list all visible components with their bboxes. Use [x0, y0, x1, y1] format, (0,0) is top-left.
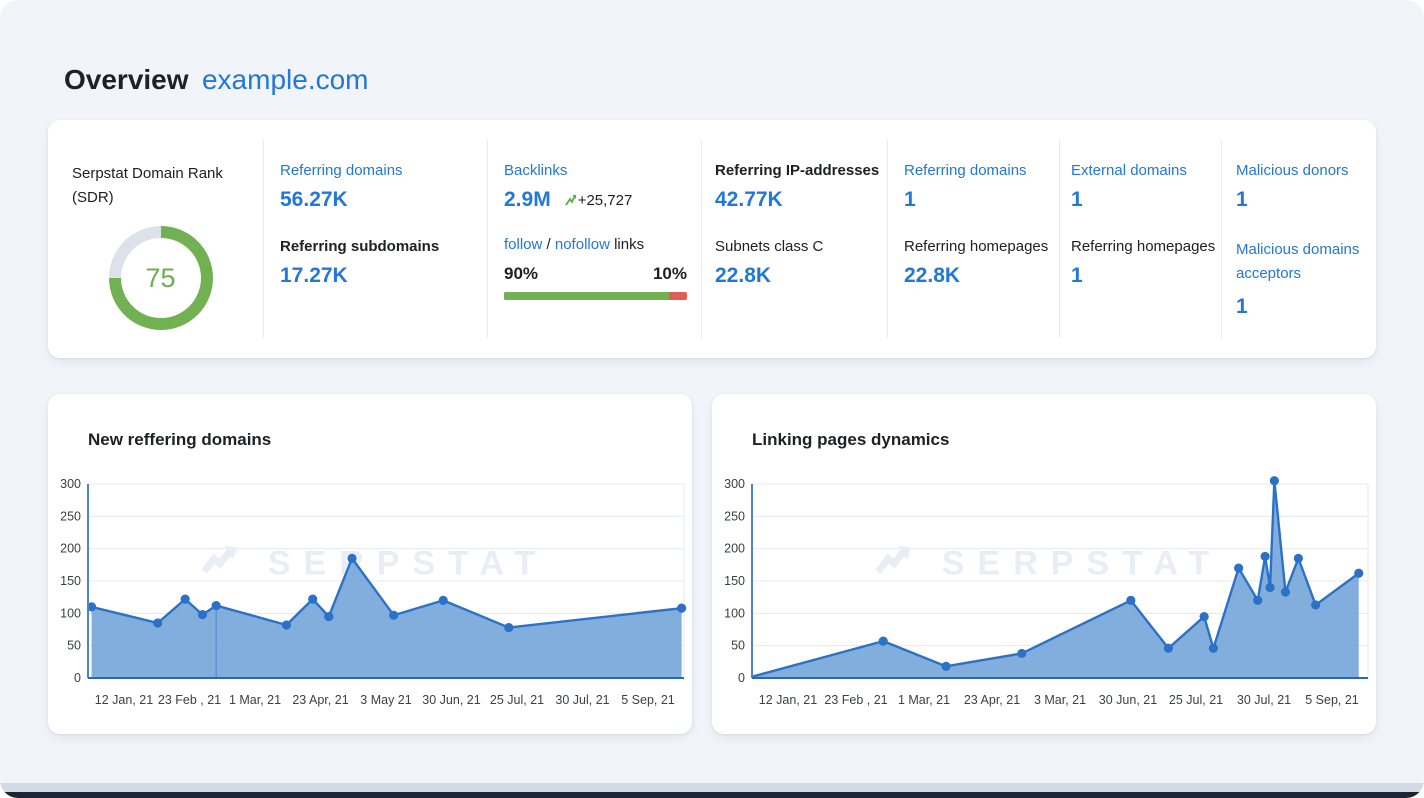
linking-pages-dynamics-chart[interactable]: 0 50 100 150 200 250 300 SERPSTAT 12 Jan, 21 23 F… [720, 472, 1376, 734]
external-domains-value[interactable]: 1 [1071, 188, 1207, 212]
linking-pages-dynamics-title: Linking pages dynamics [752, 430, 1376, 450]
referring-domains-value[interactable]: 56.27K [280, 188, 473, 212]
backlinks-column: Backlinks 2.9M +25,727 follow / nofollow… [488, 140, 702, 338]
referring-subdomains-value[interactable]: 17.27K [280, 264, 473, 288]
backlinks-delta: +25,727 [564, 192, 633, 209]
malicious-acceptors-value[interactable]: 1 [1236, 295, 1362, 319]
follow-percent: 90% [504, 264, 538, 284]
svg-text:SERPSTAT: SERPSTAT [942, 545, 1222, 583]
referring-homepages-label: Referring homepages [904, 238, 1045, 255]
svg-text:30 Jun, 21: 30 Jun, 21 [422, 693, 480, 707]
referring-ip-value[interactable]: 42.77K [715, 188, 873, 212]
backlinks-delta-value: +25,727 [578, 192, 633, 209]
referring-ip-label: Referring IP-addresses [715, 162, 873, 179]
referring-homepages2-label: Referring homepages [1071, 238, 1207, 255]
referring-homepages-value[interactable]: 22.8K [904, 264, 1045, 288]
svg-text:50: 50 [731, 639, 745, 653]
subnets-value[interactable]: 22.8K [715, 264, 873, 288]
svg-text:25 Jul, 21: 25 Jul, 21 [490, 693, 544, 707]
bottom-scroll-track [0, 783, 1424, 792]
external-domains-column: External domains 1 Referring homepages 1 [1060, 140, 1222, 338]
referring-domains2-link[interactable]: Referring domains [904, 162, 1045, 179]
svg-text:1 Mar, 21: 1 Mar, 21 [229, 693, 281, 707]
page-title-overview: Overview [64, 64, 189, 95]
svg-text:50: 50 [67, 639, 81, 653]
follow-separator: / [547, 236, 551, 253]
svg-text:250: 250 [724, 509, 745, 523]
svg-text:100: 100 [724, 606, 745, 620]
follow-link[interactable]: follow [504, 236, 542, 253]
svg-text:250: 250 [60, 509, 81, 523]
svg-text:SERPSTAT: SERPSTAT [268, 545, 548, 583]
follow-nofollow-bar [504, 292, 687, 300]
referring-homepages2-value[interactable]: 1 [1071, 264, 1207, 288]
nofollow-percent: 10% [653, 264, 687, 284]
follow-bar-fill [504, 292, 669, 300]
malicious-donors-link[interactable]: Malicious donors [1236, 162, 1362, 179]
svg-text:150: 150 [60, 574, 81, 588]
malicious-column: Malicious donors 1 Malicious domains acc… [1222, 140, 1376, 338]
svg-text:3 May 21: 3 May 21 [360, 693, 411, 707]
sdr-donut-chart: 75 [109, 226, 213, 330]
svg-text:23 Apr, 21: 23 Apr, 21 [964, 693, 1020, 707]
svg-text:23 Feb , 21: 23 Feb , 21 [158, 693, 221, 707]
svg-text:300: 300 [724, 477, 745, 491]
svg-text:12 Jan, 21: 12 Jan, 21 [759, 693, 817, 707]
svg-text:23 Apr, 21: 23 Apr, 21 [292, 693, 348, 707]
backlinks-value[interactable]: 2.9M [504, 188, 551, 212]
referring-domains-link[interactable]: Referring domains [280, 162, 473, 179]
new-referring-domains-title: New reffering domains [88, 430, 692, 450]
svg-text:3 Mar, 21: 3 Mar, 21 [1034, 693, 1086, 707]
svg-text:12 Jan, 21: 12 Jan, 21 [95, 693, 153, 707]
new-referring-domains-card: New reffering domains 0 50 100 150 200 250 300… [48, 394, 692, 734]
referring-domains2-value[interactable]: 1 [904, 188, 1045, 212]
svg-text:300: 300 [60, 477, 81, 491]
svg-text:30 Jul, 21: 30 Jul, 21 [555, 693, 609, 707]
svg-text:5 Sep, 21: 5 Sep, 21 [621, 693, 675, 707]
sdr-label: Serpstat Domain Rank (SDR) [72, 162, 249, 210]
svg-text:100: 100 [60, 606, 81, 620]
nofollow-link[interactable]: nofollow [555, 236, 610, 253]
referring-ip-column: Referring IP-addresses 42.77K Subnets cl… [702, 140, 888, 338]
summary-metrics-card: Serpstat Domain Rank (SDR) 75 Referring … [48, 120, 1376, 358]
backlinks-link[interactable]: Backlinks [504, 162, 687, 179]
svg-text:200: 200 [724, 542, 745, 556]
malicious-acceptors-link[interactable]: Malicious domains acceptors [1236, 238, 1362, 286]
page-title: Overview example.com [64, 64, 369, 96]
domain-link[interactable]: example.com [202, 64, 369, 95]
serpstat-overview-page: Overview example.com Serpstat Domain Ran… [0, 0, 1424, 798]
svg-text:23 Feb , 21: 23 Feb , 21 [824, 693, 887, 707]
svg-text:30 Jul, 21: 30 Jul, 21 [1237, 693, 1291, 707]
trend-up-icon [564, 194, 577, 207]
svg-text:150: 150 [724, 574, 745, 588]
linking-pages-dynamics-card: Linking pages dynamics 0 50 100 150 200 250 30… [712, 394, 1376, 734]
malicious-donors-value[interactable]: 1 [1236, 188, 1362, 212]
sdr-value: 75 [109, 226, 213, 330]
bottom-window-edge [0, 792, 1424, 798]
external-domains-link[interactable]: External domains [1071, 162, 1207, 179]
new-referring-domains-chart[interactable]: 0 50 100 150 200 250 300 SERPSTAT 12 Jan, 21 23 F… [56, 472, 692, 734]
referring-subdomains-label: Referring subdomains [280, 238, 473, 255]
follow-ratio-labels: 90% 10% [504, 264, 687, 284]
subnets-label: Subnets class C [715, 238, 873, 255]
svg-text:25 Jul, 21: 25 Jul, 21 [1169, 693, 1223, 707]
svg-text:30 Jun, 21: 30 Jun, 21 [1099, 693, 1157, 707]
svg-text:1 Mar, 21: 1 Mar, 21 [898, 693, 950, 707]
svg-text:0: 0 [738, 671, 745, 685]
links-suffix: links [614, 236, 644, 253]
follow-nofollow-row: follow / nofollow links [504, 236, 687, 253]
sdr-column: Serpstat Domain Rank (SDR) 75 [48, 140, 264, 338]
svg-text:200: 200 [60, 542, 81, 556]
svg-text:5 Sep, 21: 5 Sep, 21 [1305, 693, 1359, 707]
svg-text:0: 0 [74, 671, 81, 685]
referring-domains2-column: Referring domains 1 Referring homepages … [888, 140, 1060, 338]
referring-domains-column: Referring domains 56.27K Referring subdo… [264, 140, 488, 338]
